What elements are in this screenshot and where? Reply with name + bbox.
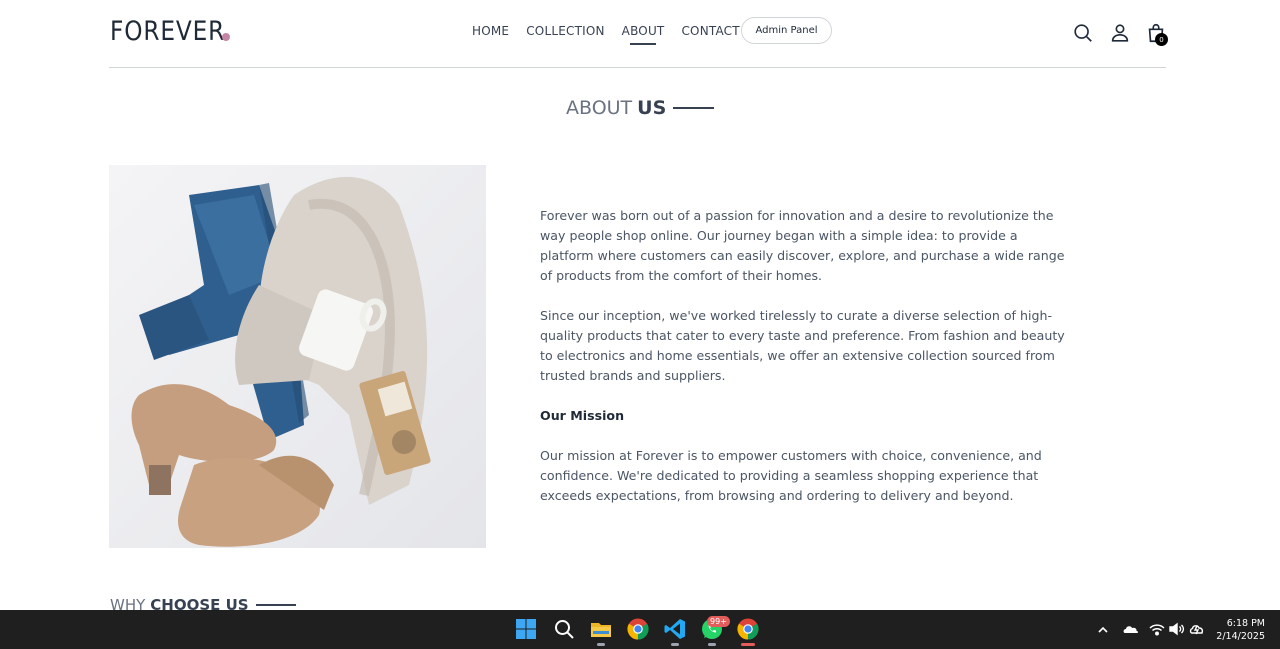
- file-explorer-icon[interactable]: [589, 617, 613, 641]
- search-icon[interactable]: [1072, 22, 1094, 44]
- onedrive-icon[interactable]: [1122, 617, 1140, 641]
- volume-icon[interactable]: [1168, 617, 1186, 641]
- taskbar-date: 2/14/2025: [1216, 631, 1265, 642]
- logo-dot: [222, 33, 230, 41]
- taskbar-search-icon[interactable]: [552, 617, 576, 641]
- tray-chevron-up-icon[interactable]: [1096, 617, 1110, 641]
- taskbar-time: 6:18 PM: [1226, 618, 1265, 629]
- about-text: Forever was born out of a passion for in…: [540, 206, 1065, 526]
- about-title: ABOUT US: [566, 97, 715, 119]
- explorer-indicator: [597, 643, 605, 646]
- top-navbar: FOREVER HOME COLLECTION ABOUT CONTACT Ad…: [109, 0, 1168, 68]
- admin-panel-button[interactable]: Admin Panel: [741, 17, 832, 44]
- nav-links: HOME COLLECTION ABOUT CONTACT: [472, 24, 757, 45]
- wifi-icon[interactable]: [1148, 617, 1166, 641]
- profile-icon[interactable]: [1109, 22, 1131, 44]
- whatsapp-indicator: [708, 643, 716, 646]
- mission-text: Our mission at Forever is to empower cus…: [540, 448, 1042, 503]
- about-image: [109, 165, 486, 548]
- about-paragraph-2: Since our inception, we've worked tirele…: [540, 308, 1065, 383]
- mission-heading: Our Mission: [540, 408, 625, 423]
- whatsapp-unread-badge: 99+: [707, 616, 730, 627]
- taskbar-clock[interactable]: 6:18 PM 2/14/2025: [1216, 617, 1265, 643]
- nav-home-link[interactable]: HOME: [472, 24, 509, 38]
- chrome-active-icon[interactable]: [736, 617, 760, 641]
- battery-charging-icon[interactable]: [1188, 617, 1206, 641]
- cart-count-badge: 0: [1155, 33, 1168, 46]
- why-title-underline: [255, 604, 296, 606]
- windows-taskbar: 6:18 PM 2/14/2025: [0, 610, 1280, 649]
- chrome-icon[interactable]: [626, 617, 650, 641]
- nav-collection-link[interactable]: COLLECTION: [526, 24, 604, 38]
- chrome-active-indicator: [741, 643, 755, 646]
- title-underline: [673, 107, 715, 109]
- about-paragraph-1: Forever was born out of a passion for in…: [540, 208, 1065, 283]
- nav-about-link[interactable]: ABOUT: [622, 24, 665, 45]
- vscode-indicator: [671, 643, 679, 646]
- vscode-icon[interactable]: [663, 617, 687, 641]
- about-title-light: ABOUT: [566, 97, 633, 119]
- windows-start-icon[interactable]: [514, 617, 538, 641]
- forever-logo[interactable]: FOREVER: [110, 16, 225, 47]
- nav-contact-link[interactable]: CONTACT: [681, 24, 739, 38]
- about-title-bold: US: [637, 97, 667, 119]
